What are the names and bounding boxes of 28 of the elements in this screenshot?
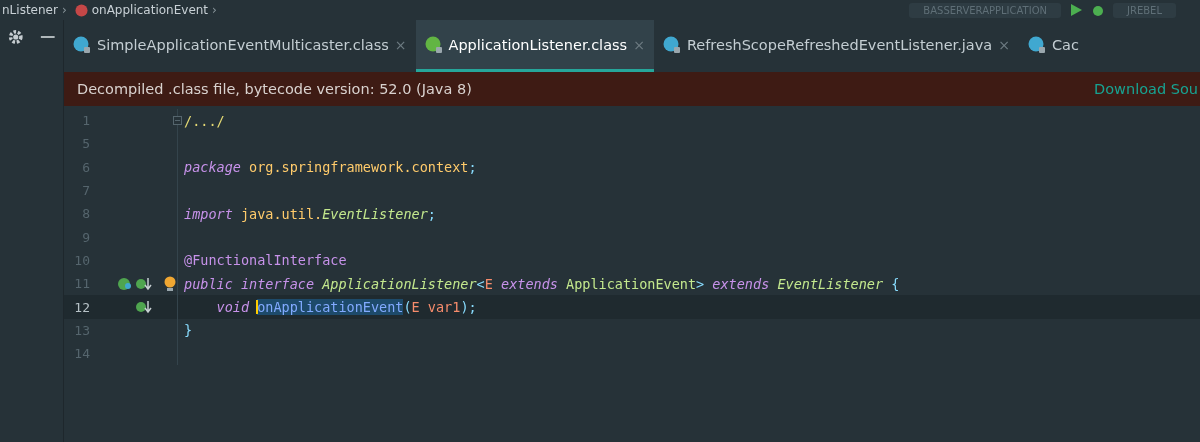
code-line: /.../ — [183, 112, 225, 129]
editor-tab[interactable]: RefreshScopeRefreshedEventListener.java × — [653, 20, 1019, 72]
editor-tab[interactable]: ApplicationListener.class × — [415, 20, 654, 72]
breadcrumb-separator: › — [212, 3, 217, 17]
line-number: 12 — [73, 299, 90, 315]
lightbulb-icon[interactable] — [164, 275, 176, 292]
code-line: package org.springframework.context; — [183, 159, 477, 176]
breadcrumb-item[interactable]: nListener — [2, 3, 58, 17]
code-line: } — [183, 322, 193, 339]
code-line: import java.util.EventListener; — [183, 205, 436, 222]
editor-tab[interactable]: Cac — [1018, 20, 1088, 72]
breadcrumb-item[interactable]: onApplicationEvent — [91, 3, 209, 17]
download-sources-link[interactable]: Download Sou — [1094, 81, 1198, 97]
override-marker-icon[interactable] — [136, 276, 152, 291]
method-icon — [74, 3, 88, 17]
code-line: @FunctionalInterface — [183, 252, 347, 269]
editor-tab[interactable]: SimpleApplicationEventMulticaster.class × — [64, 20, 416, 72]
settings-icon[interactable] — [8, 28, 24, 46]
class-icon — [662, 35, 681, 54]
class-icon — [73, 35, 91, 54]
override-marker-icon[interactable] — [136, 300, 152, 314]
breadcrumb-separator: › — [61, 3, 67, 17]
code-line: public interface ApplicationListener<E extends ApplicationEvent> extends EventListener { — [183, 275, 900, 292]
implemented-marker-icon[interactable] — [117, 276, 133, 291]
class-icon — [1027, 35, 1046, 54]
banner-message: Decompiled .class file, bytecode version: 52.0 (Java 8) — [77, 81, 472, 97]
interface-icon — [424, 35, 443, 54]
run-icon[interactable] — [1069, 3, 1084, 17]
